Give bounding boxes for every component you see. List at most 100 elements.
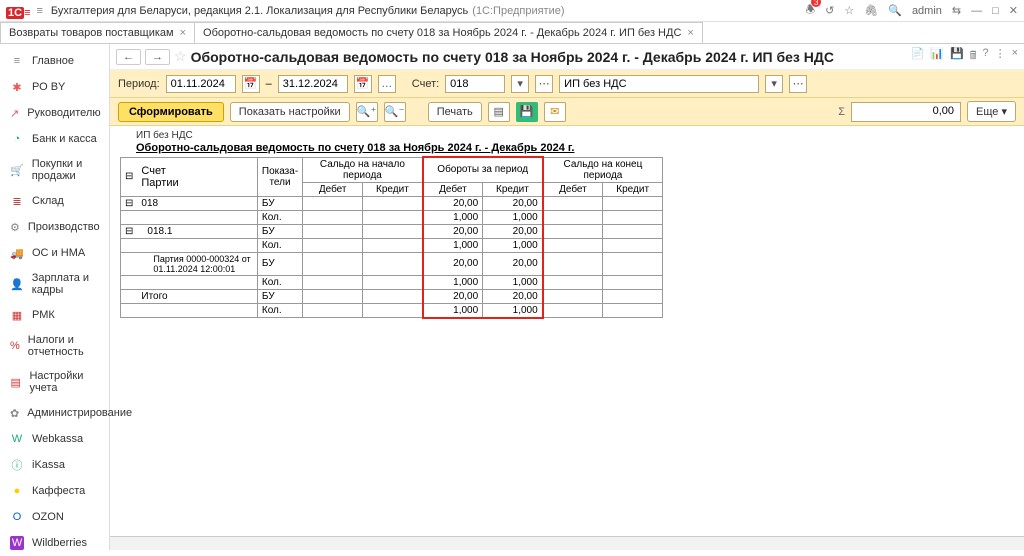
- more-button[interactable]: Еще ▾: [967, 101, 1016, 122]
- chart-icon: ↗: [10, 106, 19, 120]
- close-icon[interactable]: ×: [1012, 47, 1018, 66]
- bell-icon[interactable]: 🕭3: [805, 1, 815, 20]
- close-icon[interactable]: ×: [687, 27, 693, 39]
- sidebar-item-label: Зарплата и кадры: [32, 272, 99, 296]
- history-icon[interactable]: ↺: [825, 4, 834, 17]
- sidebar-item-admin[interactable]: ✿Администрирование: [0, 400, 109, 426]
- date-to-input[interactable]: [278, 75, 348, 93]
- select-icon[interactable]: ⋯: [535, 75, 553, 93]
- sidebar-item-label: OZON: [32, 511, 64, 523]
- close-icon[interactable]: ×: [180, 27, 186, 39]
- favorite-icon[interactable]: ☆: [174, 48, 187, 65]
- table-row[interactable]: Партия 0000-000324 от 01.11.2024 12:00:0…: [121, 252, 663, 275]
- tab-osv[interactable]: Оборотно-сальдовая ведомость по счету 01…: [194, 22, 703, 43]
- sidebar-item-sales[interactable]: 🛒 Покупки и продажи: [0, 152, 109, 188]
- select-icon[interactable]: ⋯: [789, 75, 807, 93]
- star-icon[interactable]: ☆: [844, 4, 854, 17]
- truck-icon: 🚚: [10, 246, 24, 260]
- tree-toggle[interactable]: ⊟: [121, 157, 138, 196]
- table-row[interactable]: Кол.1,0001,000: [121, 303, 663, 318]
- close-icon[interactable]: ✕: [1009, 4, 1018, 17]
- back-button[interactable]: ←: [116, 49, 141, 65]
- tab-returns[interactable]: Возвраты товаров поставщикам ×: [0, 22, 195, 43]
- dot-icon: ●: [10, 484, 24, 498]
- print-icon[interactable]: 📄: [911, 47, 925, 66]
- search-icon[interactable]: 🔍: [888, 4, 902, 17]
- help-icon[interactable]: ?: [982, 47, 988, 66]
- sidebar-item-label: Склад: [32, 195, 64, 207]
- sidebar-item-tax[interactable]: %Налоги и отчетность: [0, 328, 109, 364]
- calendar-icon[interactable]: 📅: [242, 75, 260, 93]
- sidebar-item-kaffesta[interactable]: ● Каффеста: [0, 478, 109, 504]
- table-row[interactable]: ⊟018БУ20,0020,00: [121, 196, 663, 210]
- zoom-in-icon[interactable]: 🔍⁺: [356, 102, 378, 122]
- more-icon[interactable]: ⋮: [995, 47, 1006, 66]
- save-icon[interactable]: 💾: [950, 47, 964, 66]
- calc-icon[interactable]: 🖩: [970, 47, 977, 66]
- sidebar-item-webkassa[interactable]: WWebkassa: [0, 426, 109, 452]
- col-turnover: Обороты за период: [423, 157, 543, 182]
- period-ellipsis-button[interactable]: …: [378, 75, 396, 93]
- sidebar-item-ozon[interactable]: OOZON: [0, 504, 109, 530]
- mail-icon[interactable]: ✉: [544, 102, 566, 122]
- settings-icon[interactable]: ⇆: [952, 4, 961, 17]
- sidebar-item-label: Каффеста: [32, 485, 85, 497]
- date-from-input[interactable]: [166, 75, 236, 93]
- sidebar-item-manager[interactable]: ↗Руководителю: [0, 100, 109, 126]
- dropdown-icon[interactable]: ▾: [511, 75, 529, 93]
- calendar-icon[interactable]: 📅: [354, 75, 372, 93]
- table-row[interactable]: ⊟018.1БУ20,0020,00: [121, 224, 663, 238]
- grid-icon: ▦: [10, 308, 24, 322]
- link-icon[interactable]: 🖇: [864, 4, 878, 17]
- save-disk-icon[interactable]: 💾: [516, 102, 538, 122]
- sidebar-item-label: Главное: [32, 55, 74, 67]
- org-input[interactable]: [559, 75, 759, 93]
- sidebar-item-label: Настройки учета: [29, 370, 99, 394]
- sidebar-item-bank[interactable]: ◔Банк и касса: [0, 126, 109, 152]
- zoom-out-icon[interactable]: 🔍⁻: [384, 102, 406, 122]
- user-label[interactable]: admin: [912, 5, 942, 17]
- table-row[interactable]: Кол.1,0001,000: [121, 275, 663, 289]
- table-row[interactable]: Кол.1,0001,000: [121, 238, 663, 252]
- sidebar-item-label: Покупки и продажи: [32, 158, 99, 182]
- minimize-icon[interactable]: —: [971, 5, 982, 17]
- print-button[interactable]: Печать: [428, 102, 482, 122]
- info-icon: ⓘ: [10, 458, 24, 472]
- form-button[interactable]: Сформировать: [118, 102, 224, 122]
- table-row[interactable]: ИтогоБУ20,0020,00: [121, 289, 663, 303]
- forward-button[interactable]: →: [145, 49, 170, 65]
- sidebar-item-wildberries[interactable]: WWildberries: [0, 530, 109, 556]
- hamburger-icon[interactable]: ≡: [36, 5, 42, 17]
- sidebar-item-main[interactable]: ≡Главное: [0, 48, 109, 74]
- sidebar-item-label: Налоги и отчетность: [28, 334, 99, 358]
- dash-label: –: [266, 78, 272, 90]
- sidebar-item-stock[interactable]: ≣Склад: [0, 188, 109, 214]
- sidebar-item-rmk[interactable]: ▦РМК: [0, 302, 109, 328]
- period-label: Период:: [118, 78, 160, 90]
- titlebar: 1C≡ ≡ Бухгалтерия для Беларуси, редакция…: [0, 0, 1024, 22]
- cart-icon: 🛒: [10, 163, 24, 177]
- sidebar-item-label: ОС и НМА: [32, 247, 85, 259]
- show-settings-button[interactable]: Показать настройки: [230, 102, 350, 122]
- app-logo: 1C≡: [6, 3, 30, 19]
- sidebar-item-roby[interactable]: ✱РО BY: [0, 74, 109, 100]
- report-area[interactable]: ИП без НДС Оборотно-сальдовая ведомость …: [110, 126, 1024, 536]
- sidebar-item-assets[interactable]: 🚚 ОС и НМА: [0, 240, 109, 266]
- nav-row: ← → ☆ Оборотно-сальдовая ведомость по сч…: [110, 44, 1024, 70]
- table-row[interactable]: Кол.1,0001,000: [121, 210, 663, 224]
- sidebar-item-prod[interactable]: ⚙Производство: [0, 214, 109, 240]
- sheet-icon[interactable]: ▤: [488, 102, 510, 122]
- app-title: Бухгалтерия для Беларуси, редакция 2.1. …: [51, 5, 468, 17]
- account-input[interactable]: [445, 75, 505, 93]
- horizontal-scrollbar[interactable]: [110, 536, 1024, 550]
- star-icon: ✱: [10, 80, 24, 94]
- platform-label: (1С:Предприятие): [472, 5, 564, 17]
- sidebar-item-label: Webkassa: [32, 433, 83, 445]
- sidebar-item-acct-settings[interactable]: ▤Настройки учета: [0, 364, 109, 400]
- tab-label: Возвраты товаров поставщикам: [9, 27, 174, 39]
- sidebar-item-ikassa[interactable]: ⓘiKassa: [0, 452, 109, 478]
- chart-icon[interactable]: 📊: [930, 47, 944, 66]
- dropdown-icon[interactable]: ▾: [765, 75, 783, 93]
- maximize-icon[interactable]: □: [992, 5, 999, 17]
- sidebar-item-hr[interactable]: 👤Зарплата и кадры: [0, 266, 109, 302]
